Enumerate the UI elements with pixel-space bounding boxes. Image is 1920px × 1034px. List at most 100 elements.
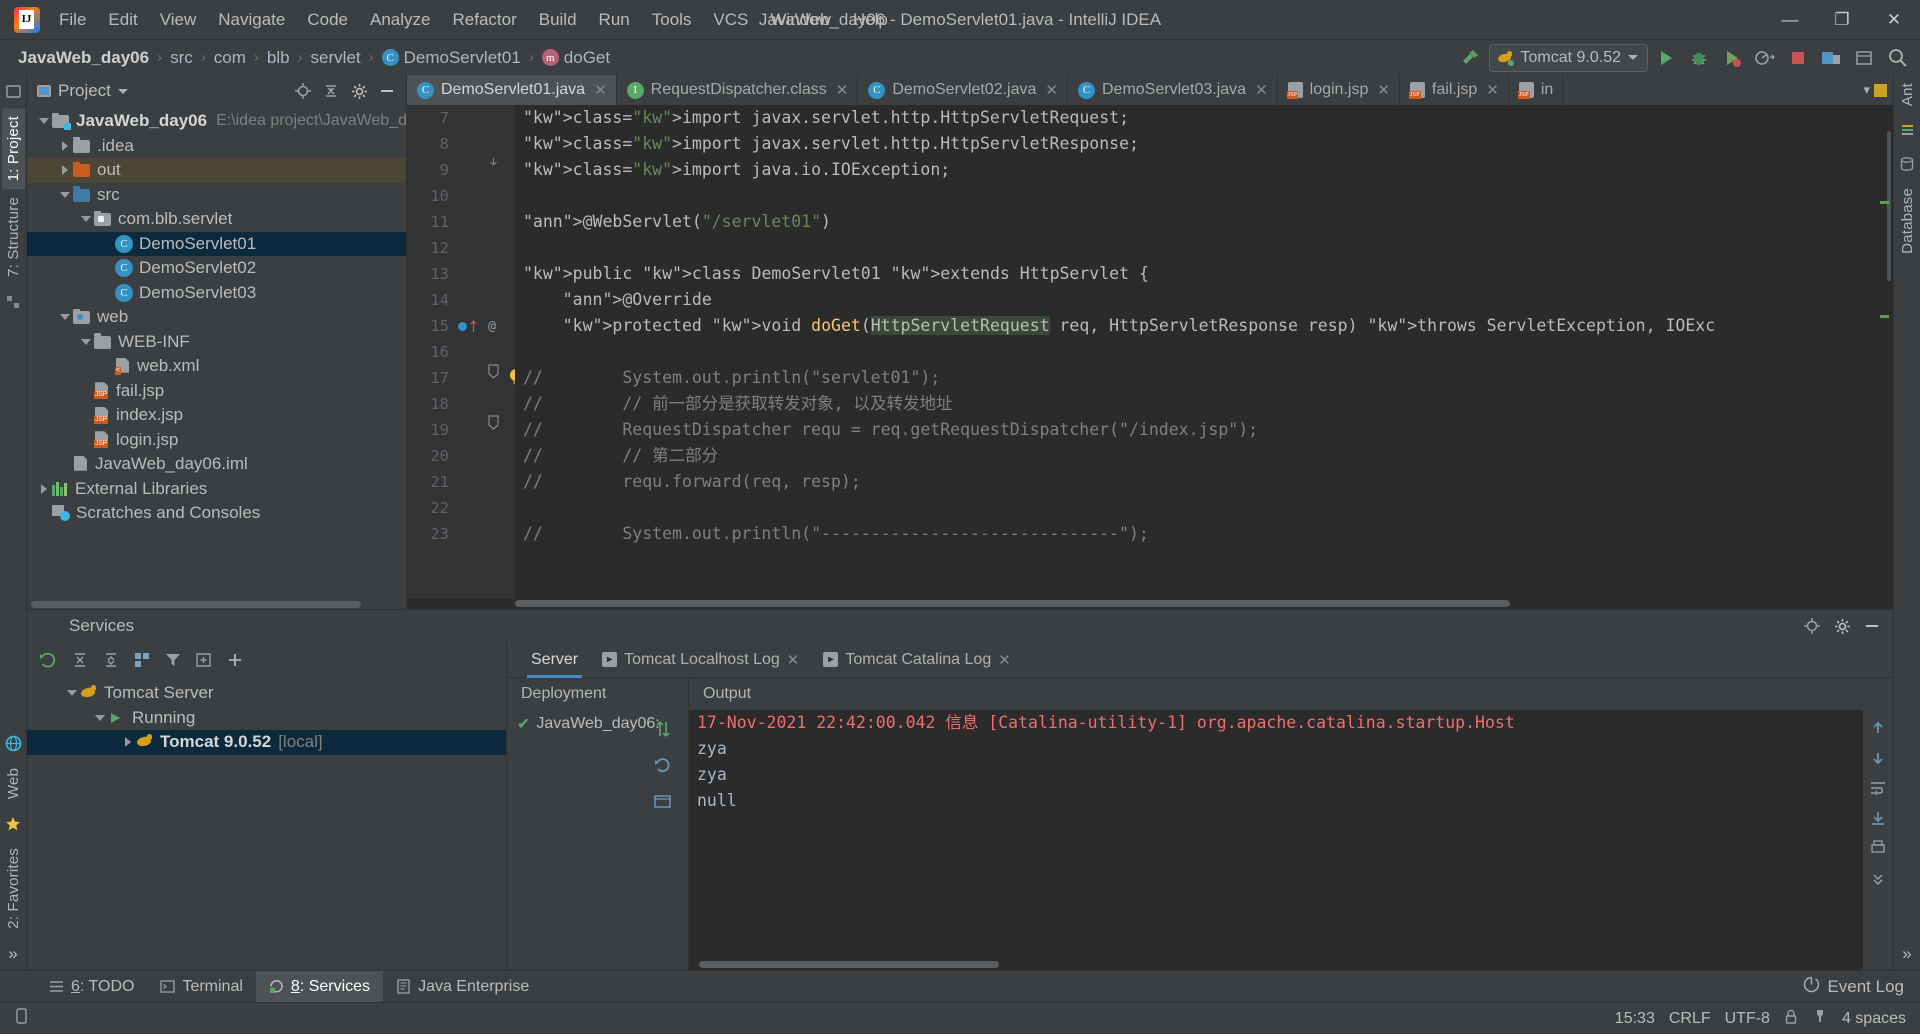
tree-row[interactable]: JavaWeb_day06 E:\idea project\JavaWeb_day… (27, 109, 406, 134)
log-tab[interactable]: ▸ Tomcat Catalina Log ✕ (811, 642, 1022, 678)
maximize-button[interactable]: ❐ (1816, 0, 1868, 40)
close-button[interactable]: ✕ (1868, 0, 1920, 40)
scroll-down-icon[interactable] (1866, 746, 1890, 770)
tree-row[interactable]: out (27, 158, 406, 183)
output-console[interactable]: 17-Nov-2021 22:42:00.042 信息 [Catalina-ut… (689, 710, 1863, 960)
breadcrumb-src[interactable]: src (166, 46, 197, 70)
tree-row[interactable]: < web.xml (27, 354, 406, 379)
tree-row[interactable]: Tomcat Server (27, 681, 506, 706)
tree-expander-icon[interactable] (63, 690, 80, 697)
fold-icon[interactable] (487, 155, 500, 173)
close-icon[interactable]: ✕ (998, 651, 1011, 669)
add-tab-icon[interactable] (190, 647, 217, 673)
log-tab[interactable]: Server (519, 642, 590, 678)
gutter-marker[interactable] (453, 320, 481, 332)
menu-help[interactable]: Help (842, 6, 899, 34)
status-encoding[interactable]: UTF-8 (1725, 1010, 1770, 1028)
tree-expander-icon[interactable] (77, 338, 94, 345)
tree-row[interactable]: Running (27, 706, 506, 731)
lock-icon[interactable] (1784, 1008, 1798, 1030)
editor-hscrollbar[interactable] (407, 599, 1893, 609)
editor-gutter[interactable]: 7 8 9 10 11 12 13 14 15 @16 17 18 19 20 21 22 23 (407, 105, 522, 609)
search-icon[interactable] (1882, 44, 1912, 72)
minimize-button[interactable]: — (1764, 0, 1816, 40)
status-line-separator[interactable]: CRLF (1669, 1010, 1711, 1028)
collapse-all-icon[interactable] (97, 647, 124, 673)
tree-expander-icon[interactable] (35, 483, 52, 494)
tree-row[interactable]: WEB-INF (27, 330, 406, 355)
menu-window[interactable]: Window (759, 6, 841, 34)
tree-row[interactable]: Tomcat 9.0.52 [local] (27, 730, 506, 755)
event-log-button[interactable]: Event Log (1803, 976, 1920, 998)
project-hscrollbar[interactable] (27, 600, 406, 609)
locate-target-icon[interactable] (290, 79, 316, 103)
close-icon[interactable]: ✕ (594, 81, 607, 99)
more-rail-icon[interactable]: » (4, 944, 23, 963)
expand-all-icon[interactable] (66, 647, 93, 673)
editor-tab[interactable]: login.jsp ✕ (1278, 75, 1400, 105)
tree-row[interactable]: .idea (27, 134, 406, 159)
project-pane-title[interactable]: Project (37, 81, 128, 101)
editor-tab[interactable]: in (1509, 75, 1564, 105)
close-icon[interactable]: ✕ (836, 81, 849, 99)
menu-tools[interactable]: Tools (641, 6, 703, 34)
menu-run[interactable]: Run (588, 6, 641, 34)
breadcrumb-method[interactable]: m doGet (538, 46, 614, 70)
run-configuration-selector[interactable]: Tomcat 9.0.52 (1488, 43, 1648, 72)
tree-expander-icon[interactable] (56, 314, 73, 321)
menu-edit[interactable]: Edit (97, 6, 148, 34)
status-left-icon[interactable] (14, 1007, 30, 1030)
menu-file[interactable]: File (48, 6, 97, 34)
hide-panel-icon[interactable] (374, 79, 400, 103)
breadcrumb-com[interactable]: com (210, 46, 250, 70)
chevron-down-icon[interactable] (117, 88, 128, 94)
rerun-icon[interactable] (35, 647, 62, 673)
tool-window-button[interactable]: Java Enterprise (383, 971, 542, 1003)
tree-row[interactable]: src (27, 183, 406, 208)
tree-row[interactable]: web (27, 305, 406, 330)
tool-window-button[interactable]: 6: TODO (36, 971, 147, 1003)
run-with-coverage-button[interactable] (1717, 44, 1747, 72)
tree-expander-icon[interactable] (77, 216, 94, 223)
editor-tab[interactable]: C DemoServlet01.java ✕ (407, 75, 617, 105)
more-right-rail-icon[interactable]: » (1898, 944, 1917, 963)
breadcrumb-class[interactable]: C DemoServlet01 (378, 46, 525, 70)
menu-code[interactable]: Code (296, 6, 359, 34)
menu-view[interactable]: View (149, 6, 208, 34)
sidebar-item-web[interactable]: Web (2, 760, 25, 807)
settings-gear-icon[interactable] (1849, 44, 1879, 72)
tree-row[interactable]: External Libraries (27, 477, 406, 502)
editor-tab[interactable]: fail.jsp ✕ (1400, 75, 1509, 105)
build-hammer-icon[interactable] (1456, 44, 1486, 72)
recent-files-icon[interactable] (1874, 83, 1887, 97)
services-settings-gear-icon[interactable] (1829, 614, 1855, 638)
sidebar-item-favorites[interactable]: 2: Favorites (2, 840, 25, 937)
tree-expander-icon[interactable] (56, 165, 73, 176)
fold-icon[interactable] (487, 364, 500, 383)
menu-navigate[interactable]: Navigate (207, 6, 296, 34)
close-icon[interactable]: ✕ (1377, 81, 1390, 99)
tree-row[interactable]: C DemoServlet02 (27, 256, 406, 281)
project-settings-gear-icon[interactable] (346, 79, 372, 103)
fold-icon[interactable] (487, 415, 500, 434)
breadcrumb-project[interactable]: JavaWeb_day06 (14, 46, 153, 70)
update-resources-icon[interactable] (652, 754, 674, 776)
log-tab[interactable]: ▸ Tomcat Localhost Log ✕ (590, 642, 811, 678)
add-service-icon[interactable] (221, 647, 248, 673)
close-icon[interactable]: ✕ (787, 651, 800, 669)
tree-row[interactable]: C DemoServlet01 (27, 231, 406, 256)
menu-refactor[interactable]: Refactor (441, 6, 527, 34)
group-by-icon[interactable] (128, 647, 155, 673)
editor-tab[interactable]: C DemoServlet02.java ✕ (858, 75, 1068, 105)
editor-tab[interactable]: I RequestDispatcher.class ✕ (617, 75, 859, 105)
collapse-all-icon[interactable] (318, 79, 344, 103)
code-editor[interactable]: 7 8 9 10 11 12 13 14 15 @16 17 18 19 20 21 22 23 "kw">cl… (407, 105, 1893, 609)
update-app-icon[interactable] (1816, 44, 1846, 72)
menu-analyze[interactable]: Analyze (359, 6, 441, 34)
close-icon[interactable]: ✕ (1045, 81, 1058, 99)
locate-target-icon[interactable] (1799, 614, 1825, 638)
sidebar-item-structure[interactable]: 7: Structure (2, 189, 25, 285)
editor-tab[interactable]: C DemoServlet03.java ✕ (1068, 75, 1278, 105)
open-browser-icon[interactable] (652, 790, 674, 812)
tree-expander-icon[interactable] (35, 118, 52, 125)
